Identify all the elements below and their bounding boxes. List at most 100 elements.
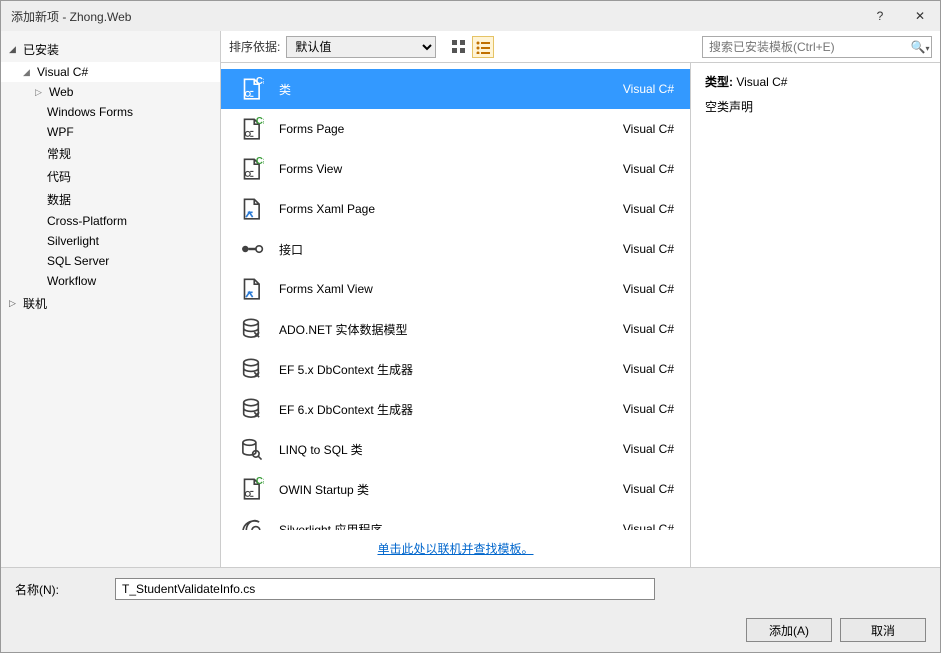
toolbar: 排序依据: 默认值 🔍▾ — [221, 31, 940, 63]
sidebar: ◢ 已安装 ◢ Visual C# ▷ Web Windows Forms WPF 常规… — [1, 31, 221, 567]
sidebar-item-windows-forms[interactable]: Windows Forms — [1, 102, 220, 122]
template-row[interactable]: C# OWIN Startup 类Visual C# — [221, 469, 690, 509]
details-type-value: Visual C# — [736, 75, 787, 89]
sidebar-item-常规[interactable]: 常规 — [1, 142, 220, 165]
xaml-icon — [231, 274, 271, 304]
sort-label: 排序依据: — [229, 38, 280, 55]
list-icon — [476, 40, 490, 54]
sidebar-item-label: Web — [49, 85, 73, 99]
sidebar-item-visual-csharp[interactable]: ◢ Visual C# — [1, 62, 220, 82]
sidebar-item-sql-server[interactable]: SQL Server — [1, 251, 220, 271]
xaml-icon — [231, 194, 271, 224]
template-name: Forms View — [271, 162, 600, 176]
template-lang: Visual C# — [600, 322, 680, 336]
filename-input[interactable] — [115, 578, 655, 600]
sidebar-installed-header[interactable]: ◢ 已安装 — [1, 37, 220, 62]
sidebar-item-label: 代码 — [47, 168, 71, 185]
chevron-down-icon: ◢ — [9, 44, 19, 55]
sidebar-item-label: Cross-Platform — [47, 214, 127, 228]
template-lang: Visual C# — [600, 282, 680, 296]
template-row[interactable]: C# Forms ViewVisual C# — [221, 149, 690, 189]
template-row[interactable]: C#类Visual C# — [221, 69, 690, 109]
template-row[interactable]: C#Forms PageVisual C# — [221, 109, 690, 149]
template-name: EF 5.x DbContext 生成器 — [271, 361, 600, 378]
template-row[interactable]: ADO.NET 实体数据模型Visual C# — [221, 309, 690, 349]
template-row[interactable]: 接口Visual C# — [221, 229, 690, 269]
filename-label: 名称(N): — [15, 581, 115, 598]
sidebar-item-cross-platform[interactable]: Cross-Platform — [1, 211, 220, 231]
chevron-right-icon: ▷ — [9, 298, 19, 309]
sidebar-item-数据[interactable]: 数据 — [1, 188, 220, 211]
template-row[interactable]: Forms Xaml ViewVisual C# — [221, 269, 690, 309]
db-icon — [231, 314, 271, 344]
class-icon: C# — [231, 474, 271, 504]
sidebar-item-web[interactable]: ▷ Web — [1, 82, 220, 102]
sidebar-item-label: WPF — [47, 125, 74, 139]
template-lang: Visual C# — [600, 522, 680, 530]
online-search-link[interactable]: 单击此处以联机并查找模板。 — [377, 542, 533, 556]
sidebar-item-代码[interactable]: 代码 — [1, 165, 220, 188]
add-button[interactable]: 添加(A) — [746, 618, 832, 642]
svg-text:C#: C# — [256, 476, 264, 487]
template-name: Forms Xaml View — [271, 282, 600, 296]
svg-text:C#: C# — [256, 156, 264, 167]
sidebar-item-label: 数据 — [47, 191, 71, 208]
template-name: EF 6.x DbContext 生成器 — [271, 401, 600, 418]
view-list-button[interactable] — [472, 36, 494, 58]
sidebar-item-label: 常规 — [47, 145, 71, 162]
template-name: Silverlight 应用程序 — [271, 521, 600, 531]
class-icon: C# — [231, 154, 271, 184]
template-lang: Visual C# — [600, 242, 680, 256]
chevron-down-icon: ◢ — [23, 67, 33, 78]
template-lang: Visual C# — [600, 442, 680, 456]
template-name: 接口 — [271, 241, 600, 258]
search-input[interactable] — [703, 40, 909, 54]
template-list[interactable]: C#类Visual C#C#Forms PageVisual C#C#Forms… — [221, 63, 690, 530]
template-row[interactable]: LINQ to SQL 类Visual C# — [221, 429, 690, 469]
interface-icon — [231, 234, 271, 264]
search-icon[interactable]: 🔍▾ — [909, 40, 931, 54]
template-name: LINQ to SQL 类 — [271, 441, 600, 458]
template-lang: Visual C# — [600, 82, 680, 96]
template-row[interactable]: EF 5.x DbContext 生成器Visual C# — [221, 349, 690, 389]
template-name: Forms Xaml Page — [271, 202, 600, 216]
details-description: 空类声明 — [705, 98, 926, 115]
template-row[interactable]: Forms Xaml PageVisual C# — [221, 189, 690, 229]
template-lang: Visual C# — [600, 162, 680, 176]
sidebar-item-workflow[interactable]: Workflow — [1, 271, 220, 291]
template-lang: Visual C# — [600, 482, 680, 496]
sidebar-item-wpf[interactable]: WPF — [1, 122, 220, 142]
sidebar-item-label: Silverlight — [47, 234, 99, 248]
titlebar: 添加新项 - Zhong.Web ? ✕ — [1, 1, 940, 31]
sl-icon — [231, 514, 271, 530]
sort-select[interactable]: 默认值 — [286, 36, 436, 58]
view-medium-icons-button[interactable] — [448, 36, 470, 58]
template-row[interactable]: Silverlight 应用程序Visual C# — [221, 509, 690, 530]
template-name: Forms Page — [271, 122, 600, 136]
cancel-button[interactable]: 取消 — [840, 618, 926, 642]
chevron-right-icon: ▷ — [35, 87, 45, 98]
sidebar-online-header[interactable]: ▷ 联机 — [1, 291, 220, 316]
template-lang: Visual C# — [600, 362, 680, 376]
template-row[interactable]: EF 6.x DbContext 生成器Visual C# — [221, 389, 690, 429]
close-button[interactable]: ✕ — [900, 1, 940, 31]
template-lang: Visual C# — [600, 202, 680, 216]
class-icon: C# — [231, 114, 271, 144]
dbq-icon — [231, 434, 271, 464]
svg-text:C#: C# — [256, 76, 264, 87]
db-icon — [231, 394, 271, 424]
class-icon: C# — [231, 74, 271, 104]
sidebar-item-label: SQL Server — [47, 254, 109, 268]
template-lang: Visual C# — [600, 122, 680, 136]
template-name: ADO.NET 实体数据模型 — [271, 321, 600, 338]
template-name: OWIN Startup 类 — [271, 481, 600, 498]
template-lang: Visual C# — [600, 402, 680, 416]
details-panel: 类型: Visual C# 空类声明 — [690, 63, 940, 567]
help-button[interactable]: ? — [860, 1, 900, 31]
grid-icon — [452, 40, 466, 54]
details-type-label: 类型: — [705, 75, 733, 89]
online-search-link-row: 单击此处以联机并查找模板。 — [221, 530, 690, 567]
search-box[interactable]: 🔍▾ — [702, 36, 932, 58]
window-title: 添加新项 - Zhong.Web — [11, 8, 860, 25]
sidebar-item-silverlight[interactable]: Silverlight — [1, 231, 220, 251]
